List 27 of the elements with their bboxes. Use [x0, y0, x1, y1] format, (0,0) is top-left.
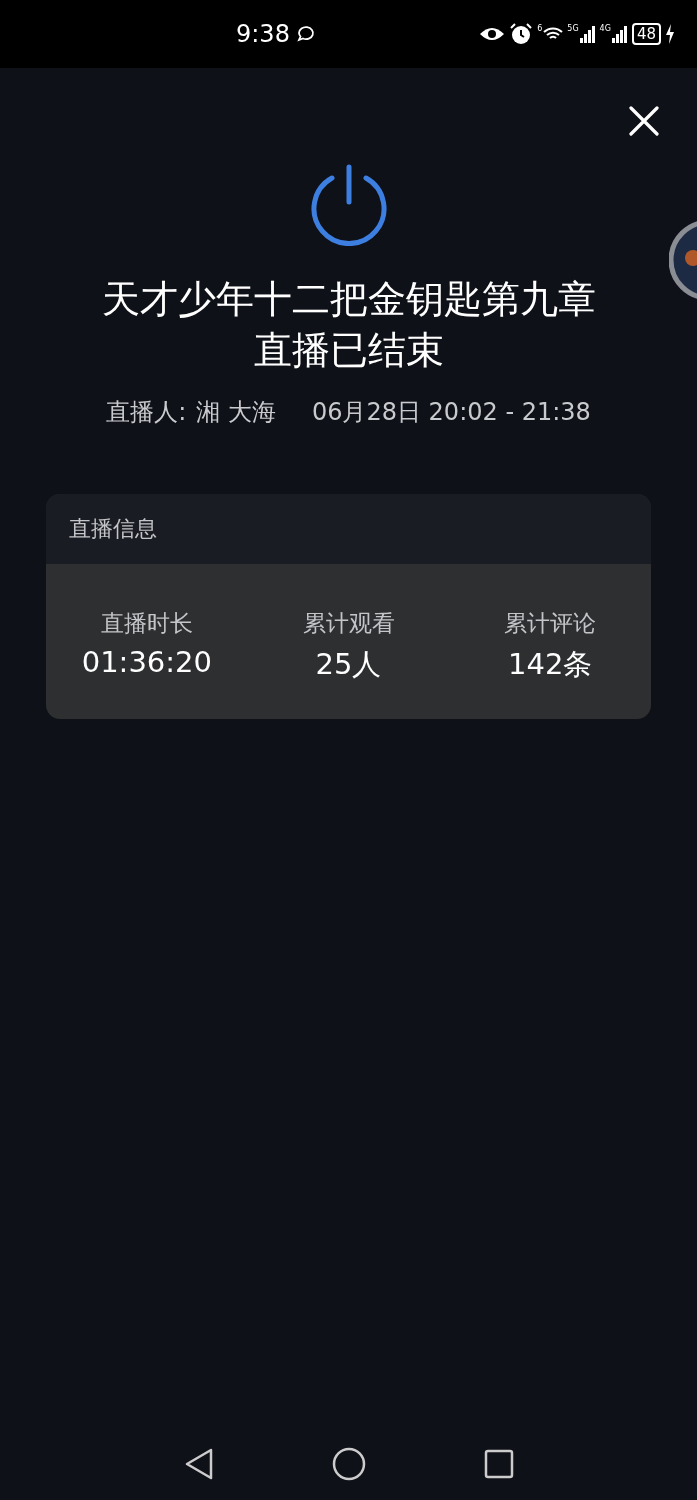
stat-label: 累计观看 — [302, 609, 395, 638]
card-title: 直播信息 — [69, 515, 157, 543]
network-label: 5G — [567, 24, 579, 33]
stat-value: 01:36:20 — [81, 645, 212, 679]
stat-value: 142条 — [508, 646, 593, 683]
back-icon[interactable] — [183, 1447, 214, 1481]
host-label: 直播人: — [106, 397, 187, 428]
recents-icon[interactable] — [483, 1449, 514, 1479]
stream-title: 天才少年十二把金钥匙第九章 — [101, 276, 596, 323]
stat-label: 直播时长 — [100, 609, 193, 638]
wifi-label: 6 — [537, 24, 543, 33]
status-time: 9:38 — [236, 20, 290, 48]
signal-icon — [611, 25, 628, 43]
host-name: 湘 大海 — [196, 397, 276, 428]
signal-icon — [579, 25, 596, 43]
floating-avatar[interactable] — [669, 220, 697, 300]
stat-label: 累计评论 — [504, 609, 597, 638]
eye-icon — [479, 26, 506, 42]
charging-icon — [665, 24, 675, 44]
close-icon[interactable] — [629, 106, 659, 136]
stat-value: 25人 — [315, 646, 382, 683]
battery-level: 48 — [631, 23, 661, 45]
alarm-icon — [509, 23, 534, 45]
home-icon[interactable] — [331, 1447, 366, 1481]
stream-ended-text: 直播已结束 — [253, 327, 444, 374]
stream-time-range: 06月28日 20:02 - 21:38 — [311, 397, 591, 428]
network-label: 4G — [599, 24, 611, 33]
